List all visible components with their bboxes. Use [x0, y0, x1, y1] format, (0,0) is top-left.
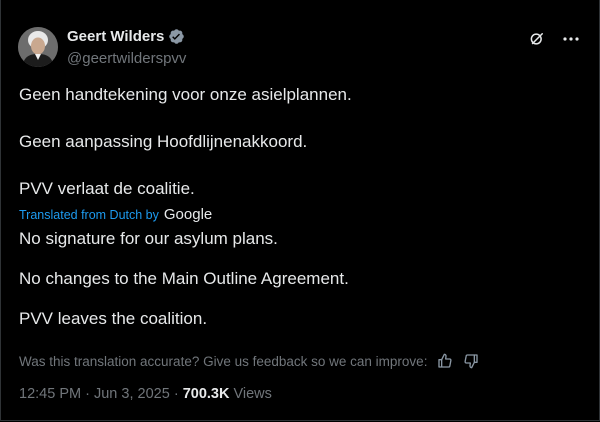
translated-paragraph: No changes to the Main Outline Agreement…	[19, 269, 349, 288]
views-count[interactable]: 700.3K	[183, 386, 230, 402]
avatar[interactable]	[18, 27, 58, 67]
author-handle[interactable]: @geertwilderspvv	[67, 50, 186, 67]
google-logo-text: Google	[163, 206, 213, 223]
verified-badge-icon	[168, 28, 185, 45]
post: Geert Wilders @geertwilderspvv Geen hand…	[0, 0, 600, 421]
thumbs-down-icon[interactable]	[463, 353, 479, 369]
grok-icon[interactable]	[527, 29, 547, 49]
meta-separator: ·	[85, 386, 90, 402]
translation-attribution[interactable]: Translated from Dutch by Google	[19, 206, 212, 223]
translation-label[interactable]: Translated from Dutch by	[19, 208, 159, 222]
post-date[interactable]: Jun 3, 2025	[94, 386, 170, 402]
original-paragraph: PVV verlaat de coalitie.	[19, 179, 195, 198]
original-paragraph: Geen aanpassing Hoofdlijnenakkoord.	[19, 132, 308, 151]
author-name[interactable]: Geert Wilders	[67, 28, 185, 45]
post-time[interactable]: 12:45 PM	[19, 386, 81, 402]
original-paragraph: Geen handtekening voor onze asielplannen…	[19, 85, 352, 104]
translated-paragraph: No signature for our asylum plans.	[19, 229, 278, 248]
translated-paragraph: PVV leaves the coalition.	[19, 309, 208, 328]
meta-separator: ·	[173, 386, 179, 402]
top-actions	[527, 29, 581, 49]
avatar-image	[18, 27, 58, 67]
translation-feedback: Was this translation accurate? Give us f…	[19, 353, 479, 369]
feedback-question: Was this translation accurate? Give us f…	[19, 353, 428, 369]
author-name-text[interactable]: Geert Wilders	[67, 28, 164, 45]
post-meta: 12:45 PM · Jun 3, 2025 · 700.3K Views	[19, 386, 272, 402]
thumbs-up-icon[interactable]	[437, 353, 453, 369]
views-label: Views	[233, 386, 272, 402]
more-icon[interactable]	[561, 29, 581, 49]
